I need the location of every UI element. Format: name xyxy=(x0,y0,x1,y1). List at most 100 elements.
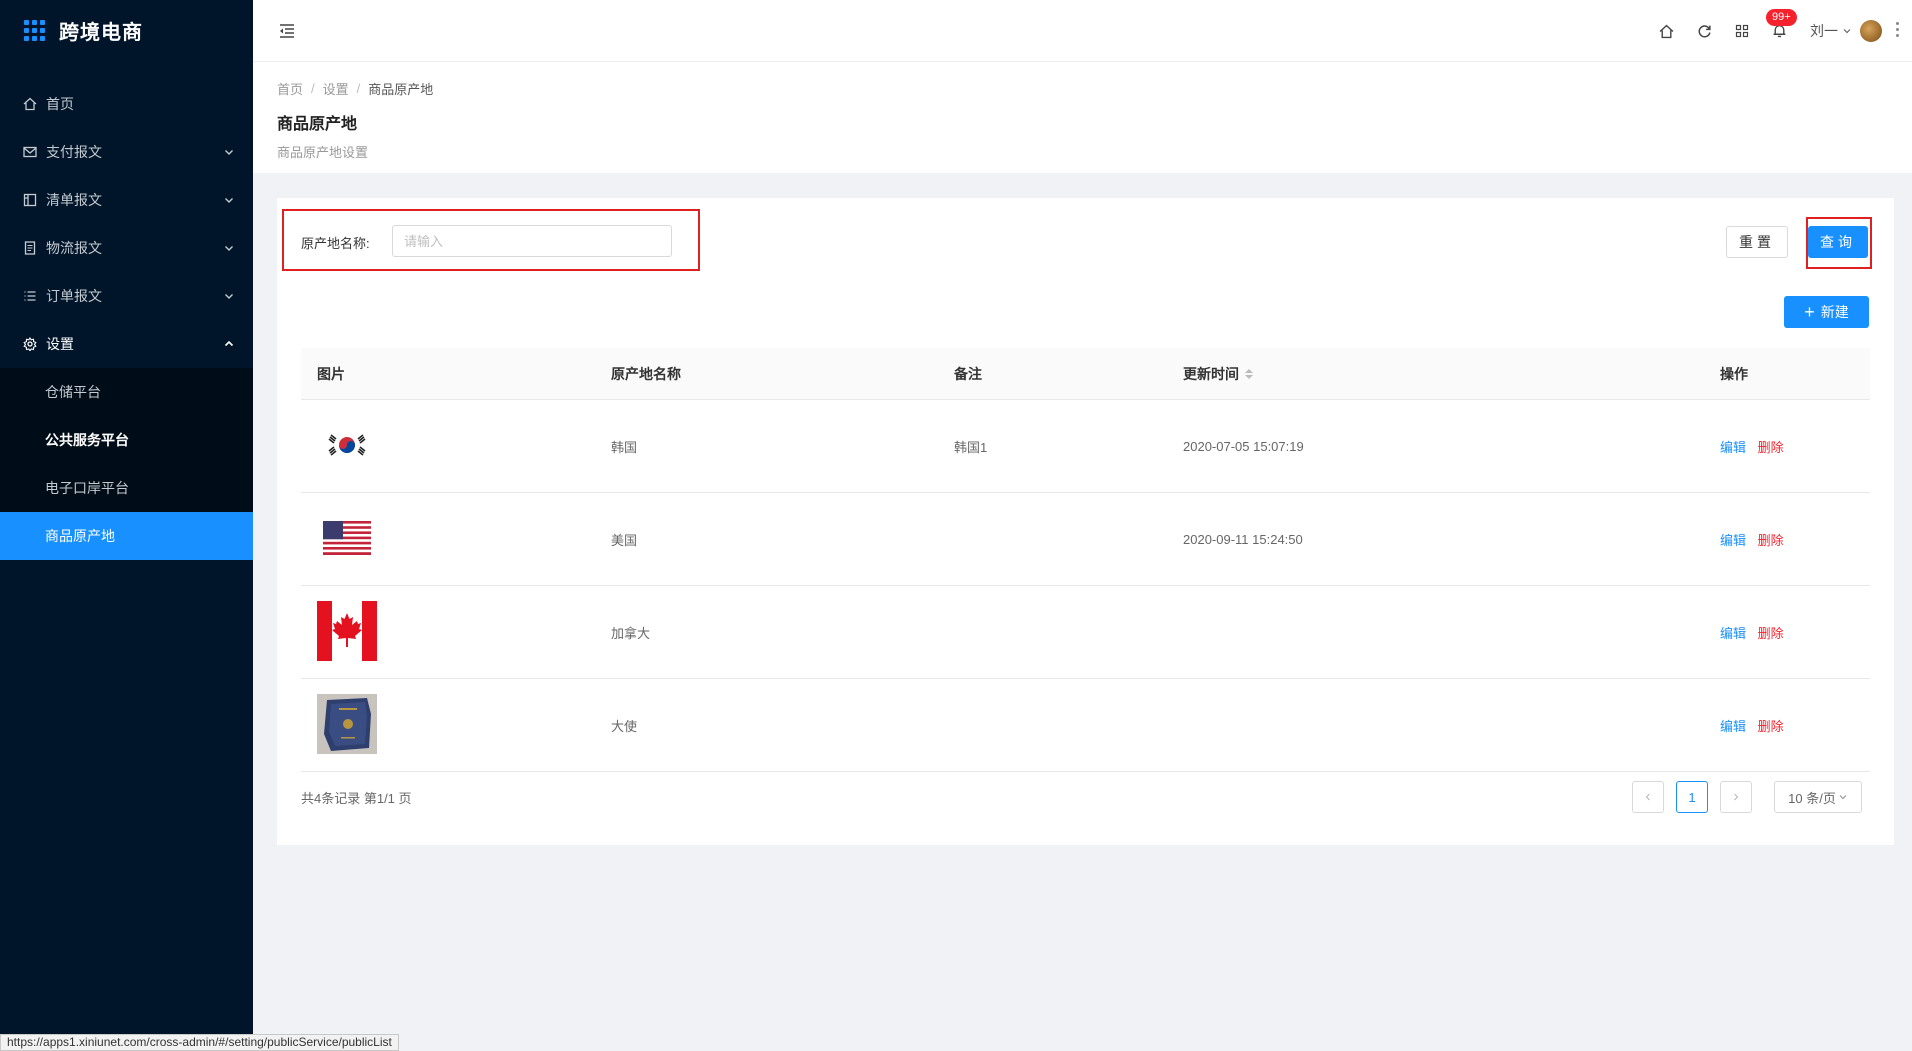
column-header-name: 原产地名称 xyxy=(611,365,681,382)
user-menu[interactable]: 刘一 xyxy=(1810,20,1882,42)
sidebar-item-origin[interactable]: 商品原产地 xyxy=(0,512,253,560)
edit-link[interactable]: 编辑 xyxy=(1720,626,1746,641)
chevron-down-icon xyxy=(1839,795,1847,800)
breadcrumb: 首页 / 设置 / 商品原产地 xyxy=(277,79,1888,98)
mail-icon xyxy=(22,144,38,160)
pagination: 1 10 条/页 xyxy=(1620,781,1862,813)
breadcrumb-settings[interactable]: 设置 xyxy=(323,79,349,98)
app-grid-icon xyxy=(24,19,45,41)
header-actions: 99+ 刘一 xyxy=(1658,0,1912,62)
row-actions: 编辑 删除 xyxy=(1720,530,1870,549)
edit-link[interactable]: 编辑 xyxy=(1720,719,1746,734)
page-size-select[interactable]: 10 条/页 xyxy=(1774,781,1862,813)
list-icon xyxy=(22,288,38,304)
sidebar-item-settings[interactable]: 设置 xyxy=(0,320,253,368)
table-footer: 共4条记录 第1/1 页 1 10 条/页 xyxy=(301,779,1870,815)
origin-name: 美国 xyxy=(611,532,638,548)
origin-name-label: 原产地名称: xyxy=(301,236,370,251)
page-subtitle: 商品原产地设置 xyxy=(277,145,369,160)
apps-grid-icon[interactable] xyxy=(1734,23,1750,39)
sidebar-item-label: 首页 xyxy=(46,96,74,112)
chevron-down-icon xyxy=(225,198,233,203)
origin-name: 加拿大 xyxy=(611,625,651,641)
passport-image xyxy=(301,693,611,757)
delete-link[interactable]: 删除 xyxy=(1758,626,1784,641)
origin-table: 图片 原产地名称 备注 更新时间 操作 韩国 韩国1 2020-07-05 15… xyxy=(301,348,1870,772)
sidebar-menu: 首页 支付报文 清单报文 物流报文 订单报文 设置 仓储平台 公共服务平台 电子… xyxy=(0,80,253,560)
delete-link[interactable]: 删除 xyxy=(1758,533,1784,548)
sidebar-item-public-service[interactable]: 公共服务平台 xyxy=(0,416,253,464)
origin-update-time: 2020-07-05 15:07:19 xyxy=(1183,438,1304,454)
more-vertical-icon[interactable] xyxy=(1896,22,1900,40)
prev-page-button[interactable] xyxy=(1632,781,1664,813)
sidebar-item-inventory[interactable]: 清单报文 xyxy=(0,176,253,224)
table-row: 加拿大 编辑 删除 xyxy=(301,586,1870,679)
document-icon xyxy=(22,240,38,256)
user-name: 刘一 xyxy=(1810,23,1838,39)
breadcrumb-separator: / xyxy=(311,81,315,96)
refresh-icon[interactable] xyxy=(1696,23,1712,39)
origin-note: 韩国1 xyxy=(954,439,988,455)
sidebar-item-home[interactable]: 首页 xyxy=(0,80,253,128)
sidebar-item-warehouse[interactable]: 仓储平台 xyxy=(0,368,253,416)
edit-link[interactable]: 编辑 xyxy=(1720,533,1746,548)
column-header-time[interactable]: 更新时间 xyxy=(1183,364,1720,384)
page-title: 商品原产地 xyxy=(277,116,358,133)
sidebar-item-payment[interactable]: 支付报文 xyxy=(0,128,253,176)
breadcrumb-separator: / xyxy=(356,81,361,96)
notification-button[interactable]: 99+ xyxy=(1766,9,1797,39)
usa-flag-image xyxy=(301,520,611,558)
top-header: 99+ 刘一 xyxy=(253,0,1912,62)
sort-icon[interactable] xyxy=(1245,368,1253,379)
gear-icon xyxy=(22,336,38,352)
chevron-up-icon xyxy=(224,340,234,347)
delete-link[interactable]: 删除 xyxy=(1758,440,1784,455)
origin-name-input[interactable] xyxy=(392,225,672,257)
home-icon[interactable] xyxy=(1658,23,1674,39)
home-icon xyxy=(22,96,38,112)
chevron-down-icon xyxy=(1843,29,1851,34)
sidebar-item-label: 设置 xyxy=(46,336,74,352)
notification-badge: 99+ xyxy=(1766,9,1797,26)
settings-submenu: 仓储平台 公共服务平台 电子口岸平台 商品原产地 xyxy=(0,368,253,560)
sidebar-item-label: 支付报文 xyxy=(46,144,102,160)
column-header-note: 备注 xyxy=(954,365,982,382)
edit-link[interactable]: 编辑 xyxy=(1720,440,1746,455)
column-header-op: 操作 xyxy=(1720,365,1748,382)
logo[interactable]: 跨境电商 xyxy=(0,0,253,60)
sidebar-item-logistics[interactable]: 物流报文 xyxy=(0,224,253,272)
next-page-button[interactable] xyxy=(1720,781,1752,813)
table-row: 大使 编辑 删除 xyxy=(301,679,1870,772)
table-header: 图片 原产地名称 备注 更新时间 操作 xyxy=(301,348,1870,400)
plus-icon: + xyxy=(1804,302,1815,322)
page-number-button[interactable]: 1 xyxy=(1676,781,1708,813)
origin-name: 韩国 xyxy=(611,439,638,455)
app-title: 跨境电商 xyxy=(59,21,143,44)
column-header-image: 图片 xyxy=(317,365,345,382)
sidebar-item-e-port[interactable]: 电子口岸平台 xyxy=(0,464,253,512)
avatar xyxy=(1860,20,1882,42)
chevron-down-icon xyxy=(225,246,233,251)
row-actions: 编辑 删除 xyxy=(1720,716,1870,735)
delete-link[interactable]: 删除 xyxy=(1758,719,1784,734)
canada-flag-image xyxy=(301,600,611,664)
page-size-value: 10 条/页 xyxy=(1788,790,1836,806)
breadcrumb-current: 商品原产地 xyxy=(368,82,434,97)
reset-button[interactable]: 重置 xyxy=(1726,226,1788,258)
row-actions: 编辑 删除 xyxy=(1720,437,1870,456)
chevron-right-icon xyxy=(1734,793,1739,801)
menu-fold-icon[interactable] xyxy=(277,21,297,41)
list-panel-icon xyxy=(22,192,38,208)
add-origin-button[interactable]: + 新建 xyxy=(1784,296,1869,328)
chevron-down-icon xyxy=(225,150,233,155)
record-total: 共4条记录 第1/1 页 xyxy=(301,790,412,806)
column-header-time-label: 更新时间 xyxy=(1183,365,1239,382)
table-row: 韩国 韩国1 2020-07-05 15:07:19 编辑 删除 xyxy=(301,400,1870,493)
sidebar-item-orders[interactable]: 订单报文 xyxy=(0,272,253,320)
chevron-down-icon xyxy=(225,294,233,299)
query-button[interactable]: 查询 xyxy=(1808,226,1868,258)
sidebar-item-label: 订单报文 xyxy=(46,288,102,304)
breadcrumb-home[interactable]: 首页 xyxy=(277,79,303,98)
row-actions: 编辑 删除 xyxy=(1720,623,1870,642)
page-header: 首页 / 设置 / 商品原产地 商品原产地 商品原产地设置 xyxy=(253,62,1912,173)
